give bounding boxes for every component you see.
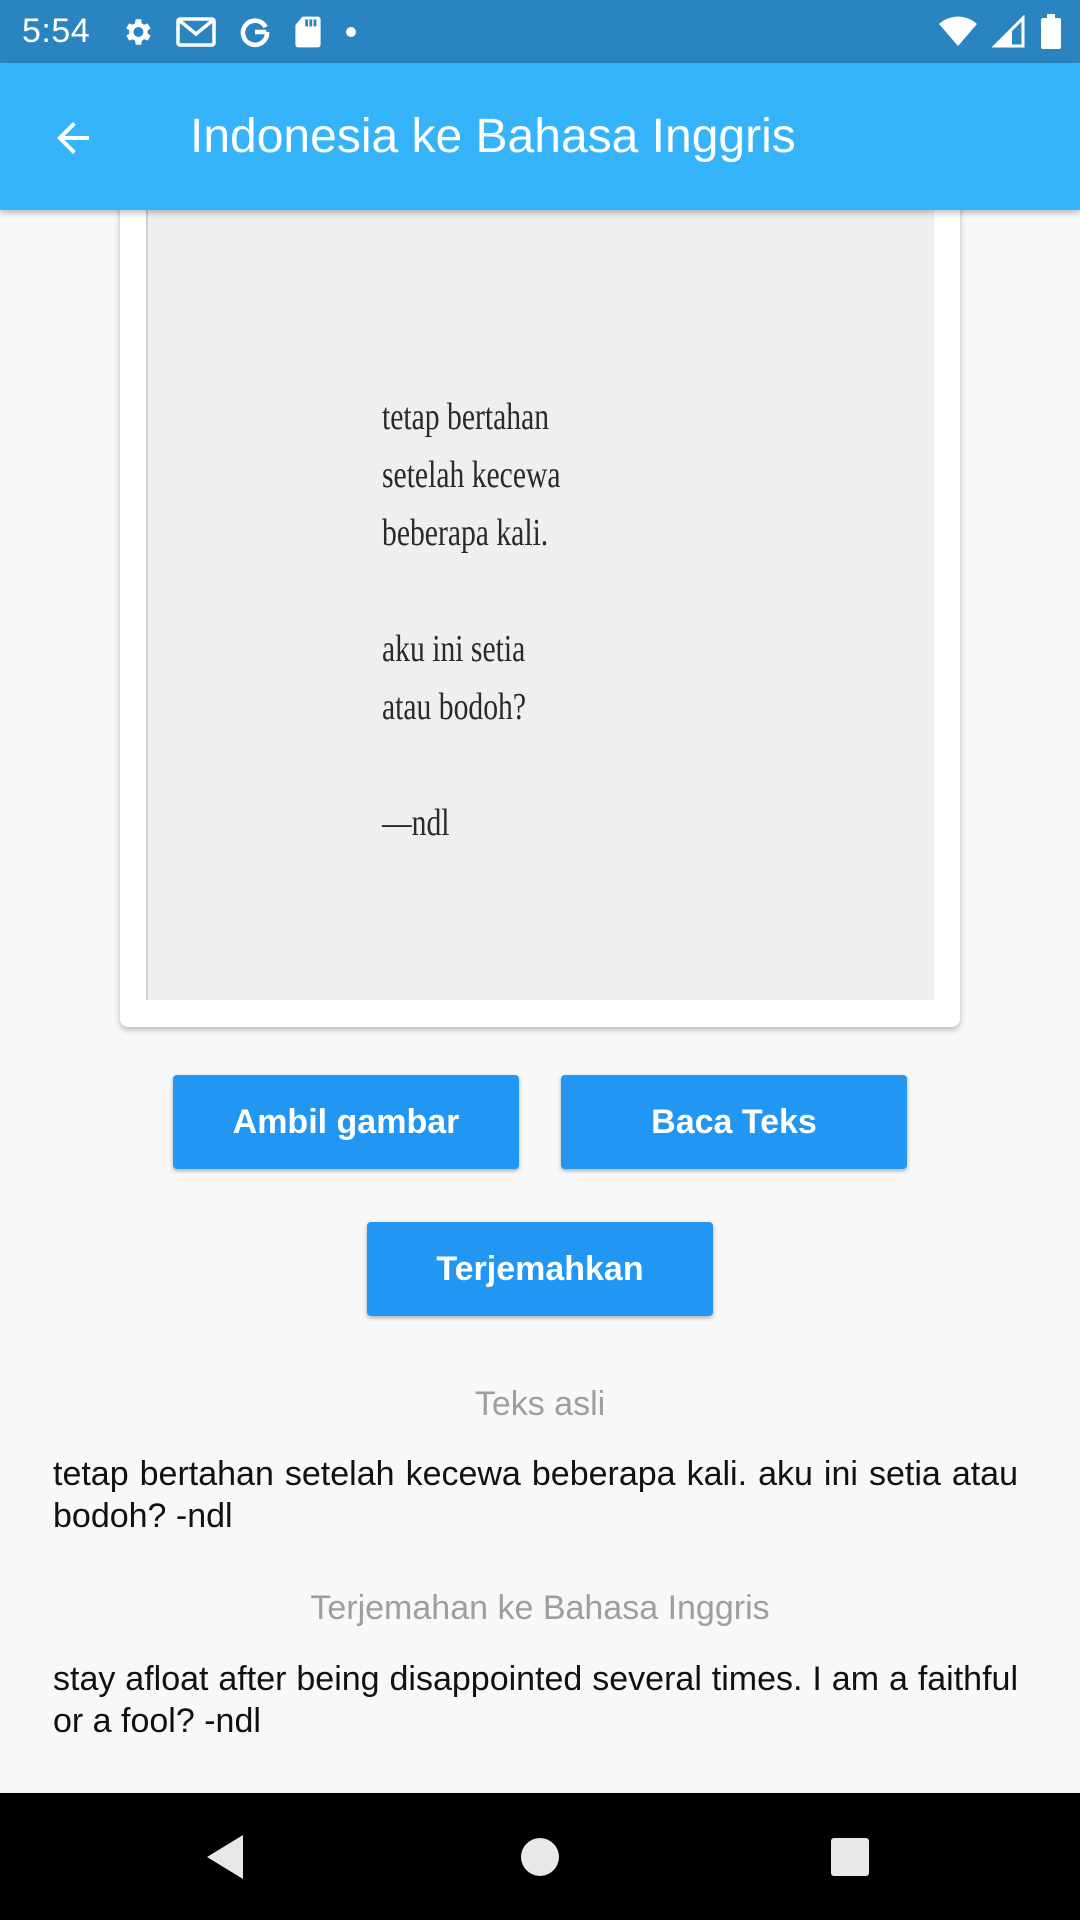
read-text-button[interactable]: Baca Teks (561, 1075, 907, 1169)
dot-icon (344, 25, 358, 39)
nav-home-icon (521, 1838, 559, 1876)
nav-recent-icon (831, 1838, 869, 1876)
signal-icon (992, 14, 1026, 49)
captured-image: tetap bertahan setelah kecewa beberapa k… (146, 210, 934, 1000)
status-bar: 5:54 (0, 0, 1080, 63)
wifi-icon (938, 16, 978, 48)
arrow-back-icon (57, 122, 89, 154)
image-line: tetap bertahan (382, 396, 550, 438)
translate-button[interactable]: Terjemahkan (367, 1222, 713, 1316)
settings-icon (120, 15, 154, 49)
notification-icons (120, 15, 358, 49)
nav-recent-button[interactable] (818, 1825, 882, 1889)
nav-back-icon (207, 1835, 243, 1879)
gmail-icon (176, 16, 216, 48)
nav-home-button[interactable] (508, 1825, 572, 1889)
image-text: tetap bertahan setelah kecewa beberapa k… (382, 388, 561, 852)
page-title: Indonesia ke Bahasa Inggris (190, 110, 796, 163)
nav-back-button[interactable] (193, 1825, 257, 1889)
image-line: —ndl (382, 802, 450, 844)
battery-icon (1040, 13, 1062, 50)
original-text: tetap bertahan setelah kecewa beberapa k… (53, 1455, 1018, 1535)
system-icons (938, 0, 1062, 63)
navigation-bar (0, 1793, 1080, 1920)
translation-text: stay afloat after being disappointed sev… (53, 1660, 1018, 1740)
translation-label: Terjemahan ke Bahasa Inggris (310, 1589, 770, 1627)
image-line: atau bodoh? (382, 686, 527, 728)
status-time: 5:54 (22, 12, 91, 50)
google-icon (238, 15, 272, 49)
sd-card-icon (294, 15, 322, 49)
image-line: aku ini setia (382, 628, 526, 670)
image-line: beberapa kali. (382, 512, 549, 554)
image-line: setelah kecewa (382, 454, 561, 496)
original-text-label: Teks asli (474, 1385, 606, 1423)
take-picture-button[interactable]: Ambil gambar (173, 1075, 519, 1169)
app-bar: Indonesia ke Bahasa Inggris (0, 63, 1080, 210)
back-button[interactable] (38, 103, 108, 173)
